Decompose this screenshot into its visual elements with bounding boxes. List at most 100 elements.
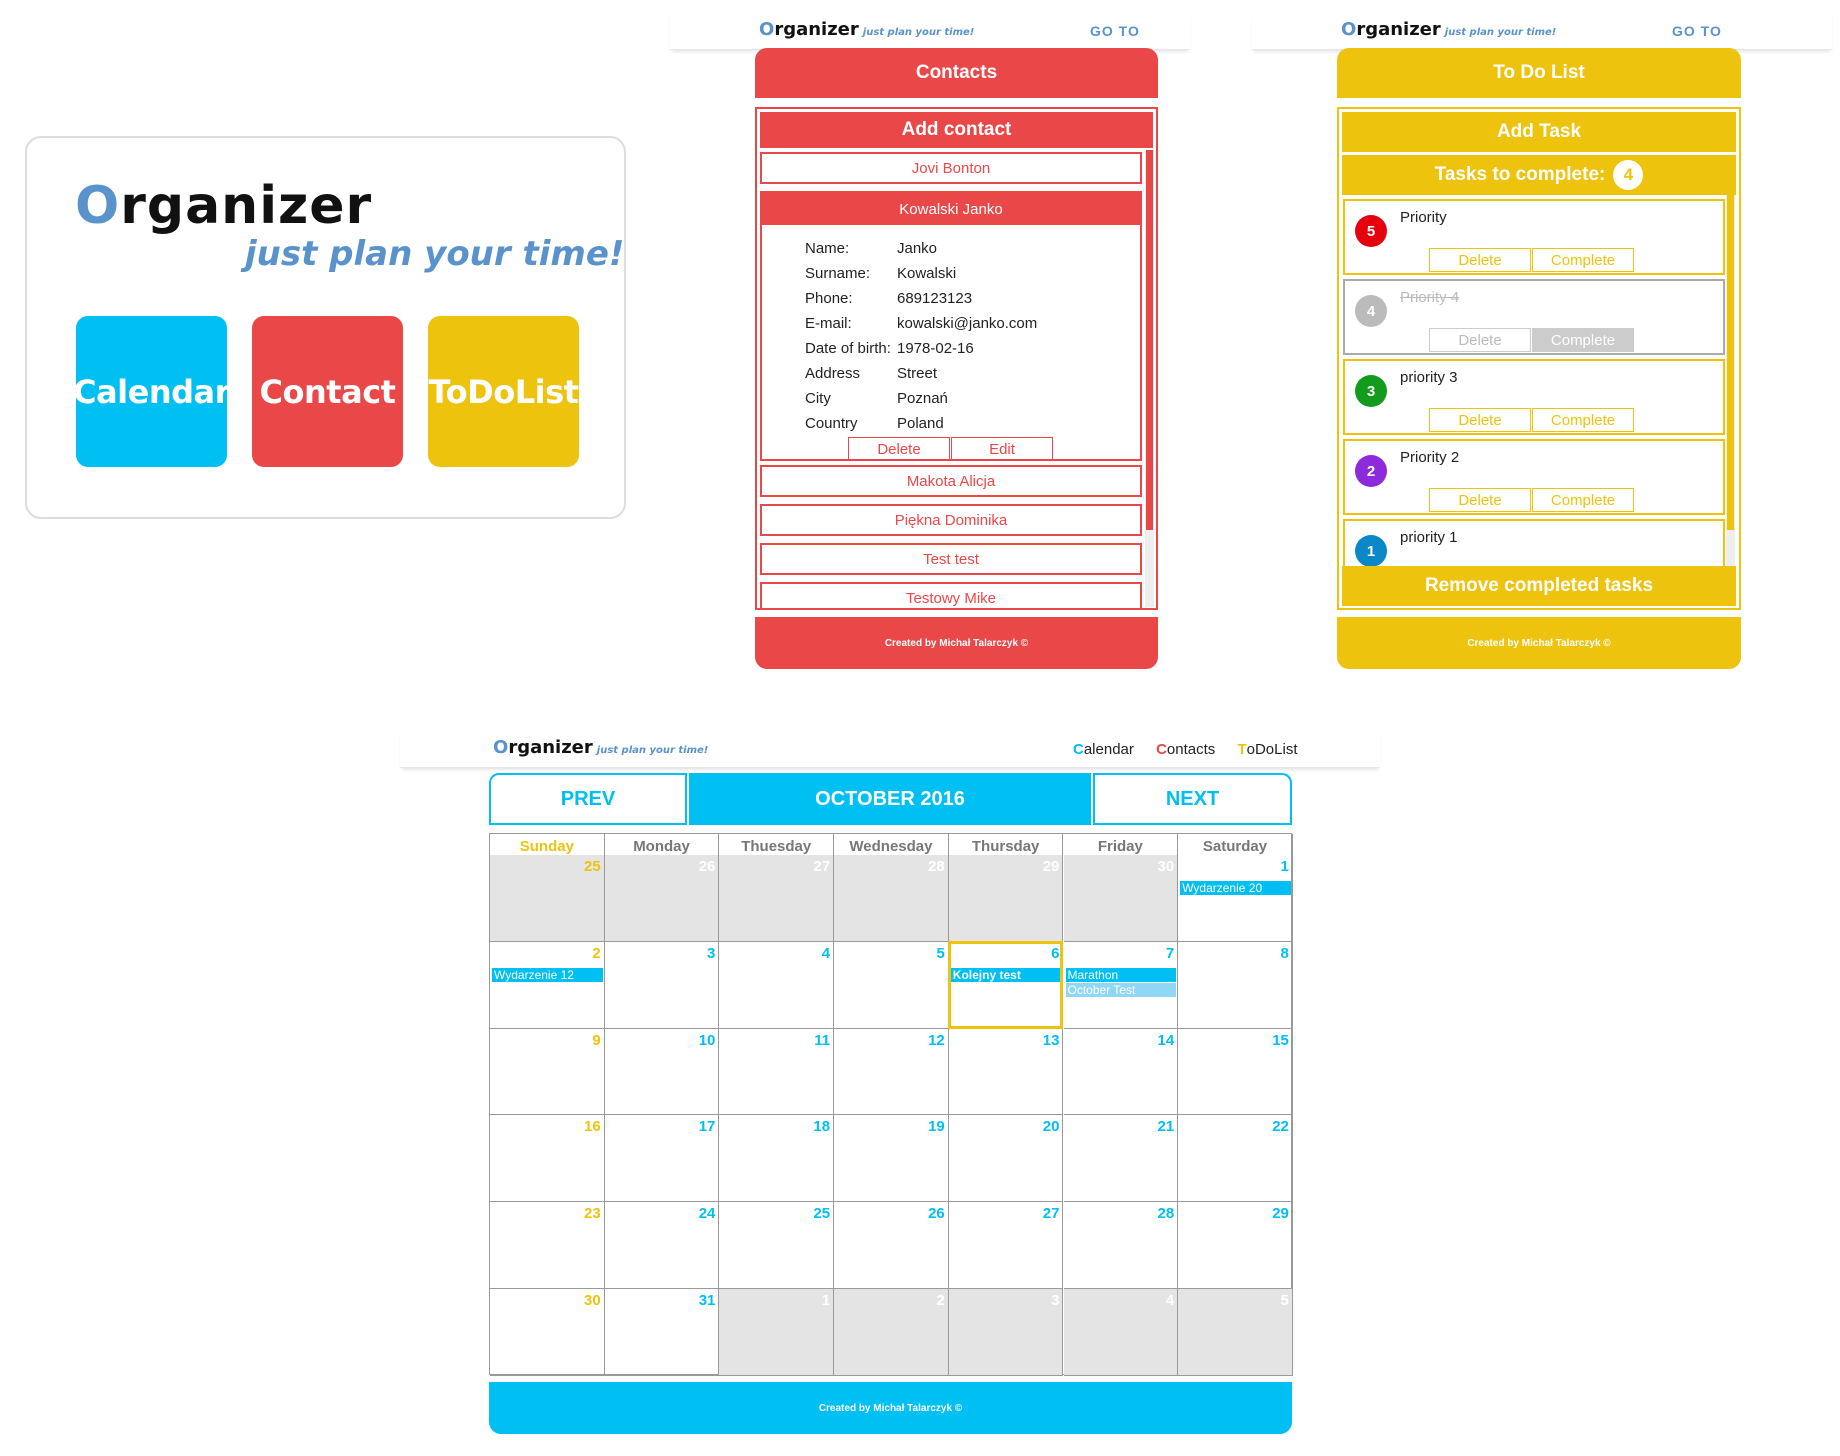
calendar-day-cell[interactable]: 28 [1063,1202,1179,1289]
calendar-day-cell[interactable]: 15 [1178,1028,1293,1116]
contact-item[interactable]: Jovi Bonton [760,152,1142,184]
calendar-event[interactable]: Marathon [1065,967,1177,982]
add-contact-button[interactable]: Add contact [760,112,1153,148]
calendar-day-cell[interactable]: 16 [490,1115,605,1203]
calendar-tile-button[interactable]: Calendar [73,316,230,467]
nav-link-calendar[interactable]: Calendar [1073,741,1134,758]
contact-item[interactable]: Testowy Mike [760,582,1142,608]
nav-link-contacts[interactable]: Contacts [1156,741,1215,758]
complete-task-button[interactable]: Complete [1532,248,1634,272]
todolist-tile-button[interactable]: ToDoList [428,316,579,467]
calendar-day-cell[interactable]: 11 [719,1028,835,1116]
delete-task-button[interactable]: Delete [1429,408,1531,432]
contact-tile-button[interactable]: Contact [252,316,403,467]
complete-task-button[interactable]: Complete [1532,408,1634,432]
calendar-day-cell[interactable]: 1 Wydarzenie 20 [1178,855,1293,942]
calendar-day-cell[interactable]: 27 [719,855,835,942]
task-item[interactable]: 4 Priority 4 Delete Complete [1343,279,1725,355]
day-number: 3 [1051,1292,1060,1309]
goto-menu-button[interactable]: GO TO [1090,23,1140,39]
calendar-day-cell[interactable]: 29 [948,855,1064,942]
task-item[interactable]: 3 priority 3 Delete Complete [1343,359,1725,435]
remove-completed-button[interactable]: Remove completed tasks [1342,566,1736,606]
calendar-day-cell[interactable]: 3 [948,1289,1064,1376]
delete-task-button[interactable]: Delete [1429,328,1531,352]
edit-contact-button[interactable]: Edit [951,437,1053,461]
calendar-event[interactable]: Wydarzenie 12 [492,967,603,982]
brand-logo: Organizer [75,176,373,236]
day-number: 28 [928,858,945,875]
delete-contact-button[interactable]: Delete [848,437,950,461]
delete-task-button[interactable]: Delete [1429,488,1531,512]
tasks-counter-bar: Tasks to complete: 4 [1342,155,1736,195]
calendar-day-cell[interactable]: 9 [490,1028,605,1116]
goto-menu-button[interactable]: GO TO [1672,23,1722,39]
calendar-day-cell[interactable]: 25 [490,855,605,942]
day-number: 31 [698,1292,716,1309]
calendar-event[interactable]: October Test [1065,982,1177,997]
calendar-day-cell[interactable]: 3 [604,941,720,1029]
calendar-day-cell[interactable]: 5 [1178,1289,1293,1376]
calendar-day-cell[interactable]: 30 [1063,855,1179,942]
task-item[interactable]: 5 Priority Delete Complete [1343,199,1725,275]
complete-task-button[interactable]: Complete [1532,488,1634,512]
calendar-topnav: Organizer just plan your time! Calendar C… [400,730,1380,768]
day-number: 30 [1157,858,1175,875]
contact-details-name[interactable]: Kowalski Janko [762,193,1140,225]
calendar-day-cell[interactable]: 8 [1178,941,1293,1029]
calendar-day-cell[interactable]: 25 [719,1202,835,1289]
task-item[interactable]: 2 Priority 2 Delete Complete [1343,439,1725,515]
complete-task-button[interactable]: Complete [1532,328,1634,352]
scrollbar-thumb[interactable] [1727,195,1734,530]
calendar-day-cell[interactable]: 22 [1178,1115,1293,1203]
calendar-day-cell[interactable]: 21 [1063,1115,1179,1203]
calendar-day-cell[interactable]: 10 [604,1028,720,1116]
prev-month-button[interactable]: PREV [489,773,687,825]
day-number: 17 [698,1118,716,1136]
delete-task-button[interactable]: Delete [1429,248,1531,272]
calendar-day-cell[interactable]: 20 [948,1115,1064,1203]
calendar-day-cell[interactable]: 4 [1063,1289,1179,1376]
day-number: 3 [707,944,716,962]
priority-badge: 4 [1355,295,1387,327]
day-number: 29 [1042,858,1060,875]
calendar-day-cell[interactable]: 27 [948,1202,1064,1289]
calendar-day-cell[interactable]: 13 [948,1028,1064,1116]
priority-badge: 3 [1355,375,1387,407]
calendar-day-cell[interactable]: 28 [834,855,949,942]
add-task-button[interactable]: Add Task [1342,112,1736,152]
calendar-day-cell[interactable]: 23 [490,1202,605,1289]
calendar-day-cell[interactable]: 1 [719,1289,835,1376]
calendar-day-cell[interactable]: 5 [834,941,949,1029]
calendar-day-cell[interactable]: 12 [834,1028,949,1116]
next-month-button[interactable]: NEXT [1093,773,1292,825]
contact-item[interactable]: Piękna Dominika [760,504,1142,536]
calendar-event[interactable]: Wydarzenie 20 [1180,881,1291,895]
calendar-day-cell[interactable]: 17 [604,1115,720,1203]
day-number: 23 [584,1205,601,1223]
contact-item[interactable]: Makota Alicja [760,465,1142,497]
tasks-scrollbar[interactable] [1726,195,1735,575]
calendar-day-cell[interactable]: 7 Marathon October Test [1063,941,1179,1029]
contacts-scrollbar[interactable] [1145,150,1154,607]
nav-brand[interactable]: Organizer just plan your time! [1341,19,1556,40]
calendar-day-cell[interactable]: 31 [604,1289,720,1376]
nav-brand[interactable]: Organizer just plan your time! [493,737,708,758]
calendar-day-cell[interactable]: 30 [490,1289,605,1376]
calendar-day-cell[interactable]: 19 [834,1115,949,1203]
calendar-day-cell[interactable]: 26 [834,1202,949,1289]
calendar-day-cell[interactable]: 18 [719,1115,835,1203]
nav-link-todolist[interactable]: ToDoList [1237,741,1297,758]
calendar-day-cell[interactable]: 2 Wydarzenie 12 [490,941,605,1029]
calendar-day-cell[interactable]: 14 [1063,1028,1179,1116]
contact-field-label: Date of birth: [805,340,891,357]
day-number: 25 [813,1205,831,1223]
nav-brand[interactable]: Organizer just plan your time! [759,19,974,40]
scrollbar-thumb[interactable] [1146,150,1153,530]
calendar-day-cell[interactable]: 4 [719,941,835,1029]
calendar-day-cell[interactable]: 2 [834,1289,949,1376]
calendar-day-cell[interactable]: 29 [1178,1202,1293,1289]
calendar-day-cell[interactable]: 24 [604,1202,720,1289]
contact-item[interactable]: Test test [760,543,1142,575]
calendar-day-cell[interactable]: 26 [604,855,720,942]
